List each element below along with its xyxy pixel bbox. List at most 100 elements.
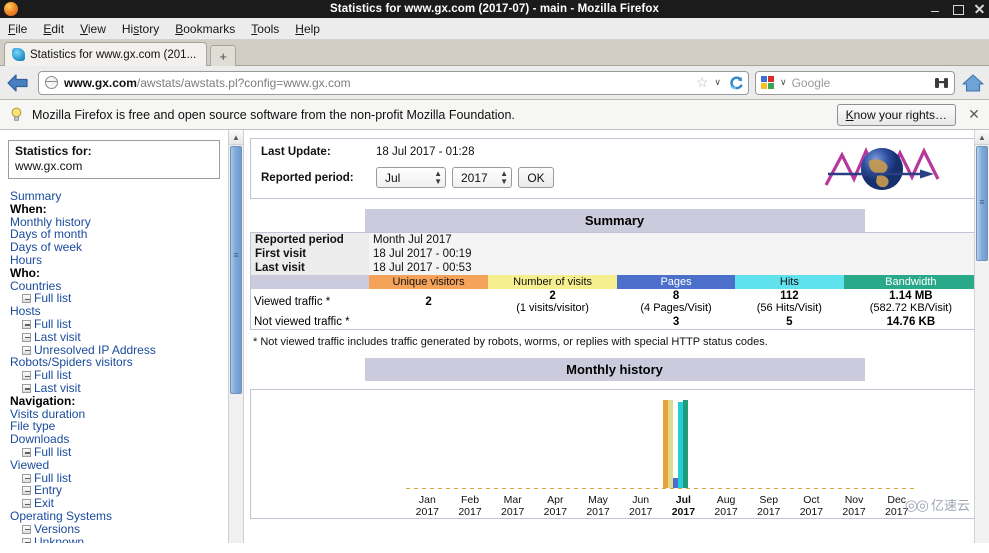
menu-view[interactable]: View (80, 22, 106, 36)
new-tab-button[interactable]: + (210, 45, 237, 66)
menu-history[interactable]: History (122, 22, 159, 36)
chart-bar-group (788, 396, 813, 488)
chart-x-tick-may: May 2017 (577, 494, 620, 518)
year-select[interactable]: 2017 ▲ ▼ (452, 167, 512, 188)
expand-plus-icon (22, 486, 31, 496)
month-select-spinner-icon[interactable]: ▲ ▼ (434, 169, 442, 186)
chart-x-tick-line: May (588, 494, 608, 506)
close-window-button[interactable] (974, 3, 985, 15)
menu-file[interactable]: FFileile (8, 22, 27, 36)
chart-bar-group (539, 396, 564, 488)
not-viewed-traffic-row: Not viewed traffic * 3 5 14.76 KB (251, 315, 978, 329)
search-bar[interactable]: ∨ Google (755, 70, 955, 95)
know-your-rights-button[interactable]: Know your rights… (836, 103, 956, 126)
monthly-history-chart: Jan 2017 Feb 2017 Mar 2017 Apr 2017 May 2017 Jun 20… (251, 390, 978, 520)
reload-icon (729, 76, 743, 89)
chart-x-tick-mar: Mar 2017 (491, 494, 534, 518)
sidebar-item-unknown[interactable]: Unknown (8, 534, 228, 543)
history-dropdown-icon[interactable]: ∨ (714, 77, 721, 88)
maximize-button[interactable] (952, 3, 964, 15)
frame-scrollbar[interactable]: ▲ (228, 130, 244, 543)
chart-x-tick-line: 2017 (586, 506, 610, 518)
expand-plus-icon (22, 371, 31, 381)
summary-header-pages: Pages (617, 275, 735, 289)
menu-bookmarks[interactable]: Bookmarks (175, 22, 235, 36)
chart-x-tick-jul: Jul 2017 (662, 494, 705, 518)
minimize-button[interactable] (930, 3, 941, 15)
expand-plus-icon (22, 473, 31, 483)
sidebar-item-exit[interactable]: Exit (8, 496, 228, 510)
summary-info-value: 18 Jul 2017 - 00:53 (369, 261, 978, 275)
sidebar-item-full-list[interactable]: Full list (8, 292, 228, 305)
viewed-traffic-value: 112 (780, 290, 799, 302)
navigation-toolbar: www.gx.com/awstats/awstats.pl?config=www… (0, 66, 989, 100)
sidebar-item-last-visit[interactable]: Last visit (8, 381, 228, 395)
expand-plus-icon (22, 537, 31, 543)
month-select[interactable]: Jul ▲ ▼ (376, 167, 446, 188)
statistics-for-label: Statistics for: (15, 144, 92, 158)
expand-plus-icon (22, 499, 31, 509)
notification-bar: Mozilla Firefox is free and open source … (0, 100, 989, 130)
menu-help[interactable]: Help (295, 22, 320, 36)
browser-tab[interactable]: Statistics for www.gx.com (201... (4, 42, 208, 66)
reload-button[interactable] (727, 74, 744, 91)
expand-plus-icon (22, 383, 31, 393)
monthly-history-title: Monthly history (364, 358, 865, 381)
summary-header-number-of-visits: Number of visits (488, 275, 618, 289)
expand-plus-icon (22, 524, 31, 534)
window-title: Statistics for www.gx.com (2017-07) - ma… (330, 3, 659, 15)
expand-plus-icon (22, 319, 31, 329)
chart-x-tick-line: Jul (675, 494, 691, 506)
home-button[interactable] (961, 71, 985, 95)
address-bar[interactable]: www.gx.com/awstats/awstats.pl?config=www… (38, 70, 749, 95)
google-search-engine-icon[interactable] (761, 75, 775, 90)
year-select-spinner-icon[interactable]: ▲ ▼ (500, 169, 508, 186)
viewed-traffic-value: 2 (425, 296, 432, 308)
sidebar-item-full-list[interactable]: Full list (8, 445, 228, 459)
chart-bar-bandwidth (683, 400, 689, 488)
menu-tools[interactable]: Tools (251, 22, 279, 36)
summary-header-bandwidth: Bandwidth (843, 275, 978, 289)
frame-scroll-up-button[interactable]: ▲ (229, 130, 243, 145)
frame-scrollbar-thumb[interactable] (230, 146, 242, 394)
search-input[interactable]: Google (792, 76, 929, 90)
page-scrollbar[interactable]: ▲ (974, 130, 989, 543)
chart-x-tick-jun: Jun 2017 (619, 494, 662, 518)
summary-header-hits: Hits (734, 275, 844, 289)
watermark-text: 亿速云 (930, 498, 970, 513)
page-scroll-up-button[interactable]: ▲ (975, 130, 989, 145)
chart-x-tick-line: Nov (844, 494, 864, 506)
sidebar-item-hours[interactable]: Hours (8, 253, 228, 267)
menu-edit[interactable]: Edit (43, 22, 64, 36)
search-engine-dropdown-icon[interactable]: ∨ (780, 77, 787, 88)
chart-x-tick-line: Apr (547, 494, 564, 506)
summary-info-value: Month Jul 2017 (369, 233, 978, 247)
chart-bars (251, 396, 978, 488)
close-notification-button[interactable]: ✕ (965, 106, 983, 123)
window-title-bar: Statistics for www.gx.com (2017-07) - ma… (0, 0, 989, 18)
chart-plot-area (251, 396, 978, 488)
viewed-traffic-row: Viewed traffic * 2 2 (1 visits/visitor) 8 (4 … (251, 289, 978, 315)
chart-x-axis-labels: Jan 2017 Feb 2017 Mar 2017 Apr 2017 May 2017 Jun 20… (406, 494, 918, 518)
not-viewed-traffic-cell: 5 (734, 315, 844, 329)
binoculars-search-icon[interactable] (934, 77, 949, 89)
window-controls (930, 0, 985, 18)
ok-button[interactable]: OK (518, 167, 554, 188)
awstats-sidebar: Statistics for: www.gx.com Summary When: M… (0, 130, 228, 543)
chart-x-tick-line: 2017 (501, 506, 525, 518)
bookmark-star-icon[interactable]: ☆ (696, 74, 709, 91)
sidebar-item-unresolved-ip-address[interactable]: Unresolved IP Address (8, 342, 228, 357)
sidebar-item-label: Unknown (34, 534, 85, 543)
sidebar-nav-list: Summary When: Monthly history Days of month… (8, 189, 228, 543)
not-viewed-traffic-cell (369, 315, 489, 329)
site-identity-globe-icon (44, 76, 58, 89)
statistics-for-value: www.gx.com (15, 159, 83, 173)
page-scrollbar-thumb[interactable] (976, 146, 988, 261)
sidebar-item-label: Unresolved IP Address (34, 342, 156, 357)
chart-x-tick-line: 2017 (757, 506, 781, 518)
back-button[interactable] (4, 70, 32, 96)
notification-text: Mozilla Firefox is free and open source … (32, 107, 515, 122)
not-viewed-traffic-value: 3 (672, 316, 680, 328)
chart-bar-group (746, 396, 771, 488)
summary-header-blank (251, 275, 369, 289)
